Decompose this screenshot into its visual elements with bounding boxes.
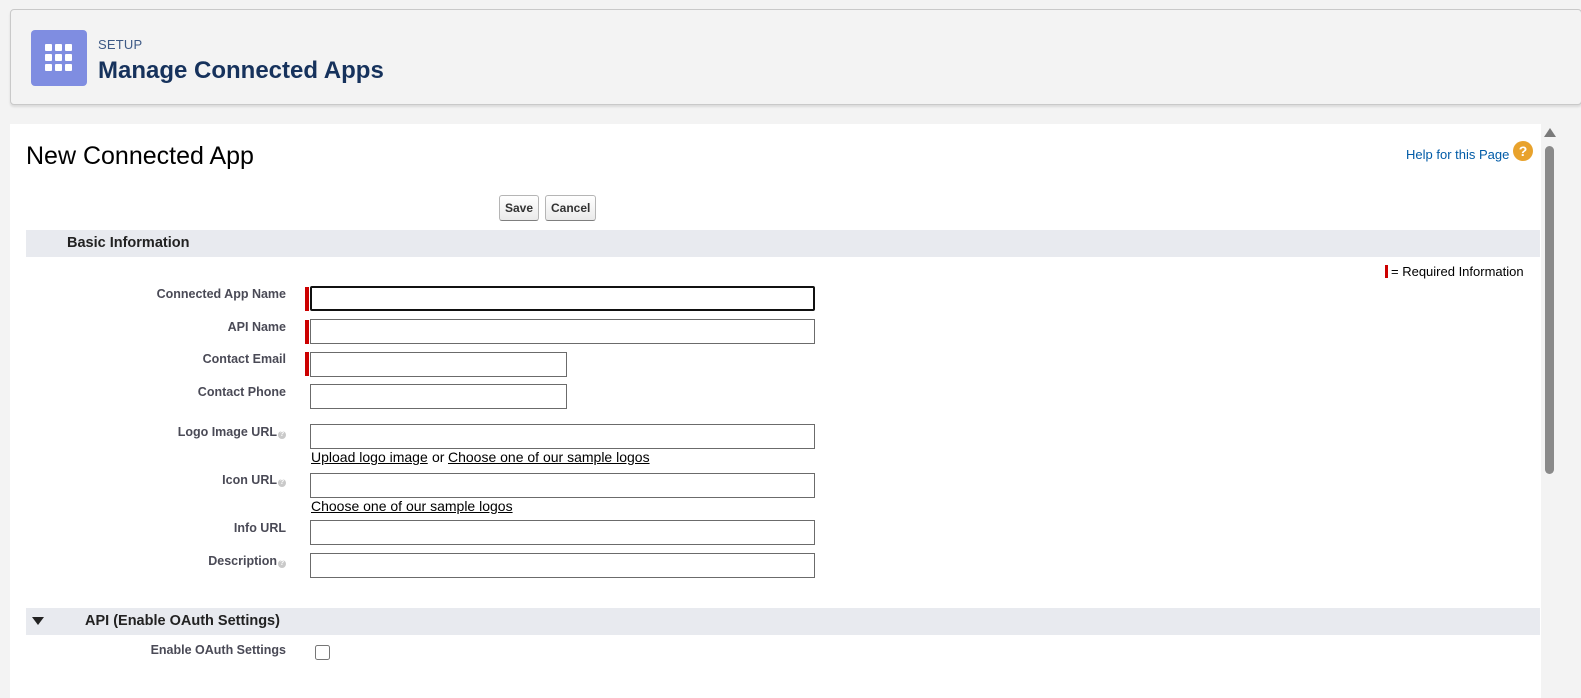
help-for-this-page-link[interactable]: Help for this Page	[1406, 147, 1509, 162]
enable-oauth-settings-checkbox[interactable]	[315, 645, 330, 660]
info-icon[interactable]: ?	[278, 431, 286, 439]
required-marker	[305, 352, 309, 376]
required-legend-text: = Required Information	[1391, 264, 1524, 279]
info-icon[interactable]: ?	[278, 479, 286, 487]
choose-sample-logos-link-icon[interactable]: Choose one of our sample logos	[311, 498, 513, 514]
logo-image-url-label-text: Logo Image URL	[177, 425, 277, 439]
info-url-input[interactable]	[310, 520, 815, 545]
connected-app-name-input[interactable]	[310, 286, 815, 311]
connected-app-name-label: Connected App Name	[156, 287, 286, 301]
cancel-button[interactable]: Cancel	[545, 195, 597, 221]
description-input[interactable]	[310, 553, 815, 578]
icon-url-label: Icon URL?	[222, 473, 286, 487]
description-label-text: Description	[208, 554, 277, 568]
page-title: New Connected App	[26, 142, 254, 170]
contact-email-input[interactable]	[310, 352, 567, 377]
required-marker	[305, 320, 309, 344]
contact-email-label: Contact Email	[202, 352, 286, 366]
section-title: API (Enable OAuth Settings)	[85, 613, 280, 629]
api-name-input[interactable]	[310, 319, 815, 344]
section-header-basic-information: Basic Information	[26, 230, 1540, 257]
vertical-scrollbar[interactable]	[1541, 124, 1557, 698]
logo-image-url-input[interactable]	[310, 424, 815, 449]
upload-logo-image-link[interactable]: Upload logo image	[311, 449, 428, 465]
logo-image-url-label: Logo Image URL?	[178, 425, 286, 439]
scroll-up-arrow-icon[interactable]	[1544, 128, 1556, 137]
choose-sample-logos-link[interactable]: Choose one of our sample logos	[448, 449, 650, 465]
header-title: Manage Connected Apps	[98, 57, 384, 84]
save-button[interactable]: Save	[499, 195, 540, 221]
page-header: SETUP Manage Connected Apps	[10, 9, 1581, 105]
contact-phone-input[interactable]	[310, 384, 567, 409]
contact-phone-label: Contact Phone	[197, 385, 286, 399]
or-text: or	[432, 449, 445, 465]
section-header-api-oauth[interactable]: API (Enable OAuth Settings)	[26, 608, 1540, 635]
info-url-label: Info URL	[233, 521, 286, 535]
required-marker-icon	[1385, 265, 1388, 278]
required-information-legend: = Required Information	[1385, 264, 1524, 279]
enable-oauth-settings-label: Enable OAuth Settings	[150, 643, 286, 657]
help-icon[interactable]: ?	[1513, 141, 1533, 161]
icon-url-label-text: Icon URL	[222, 473, 277, 487]
icon-url-input[interactable]	[310, 473, 815, 498]
api-name-label: API Name	[227, 320, 286, 334]
header-eyebrow: SETUP	[98, 37, 143, 52]
section-title: Basic Information	[67, 235, 190, 251]
description-label: Description?	[208, 554, 286, 568]
collapse-triangle-icon[interactable]	[32, 617, 44, 625]
scroll-thumb[interactable]	[1545, 146, 1554, 474]
info-icon[interactable]: ?	[278, 560, 286, 568]
required-marker	[305, 287, 309, 311]
main-panel: New Connected App Help for this Page ? S…	[10, 124, 1545, 698]
app-launcher-grid-icon	[31, 30, 87, 86]
